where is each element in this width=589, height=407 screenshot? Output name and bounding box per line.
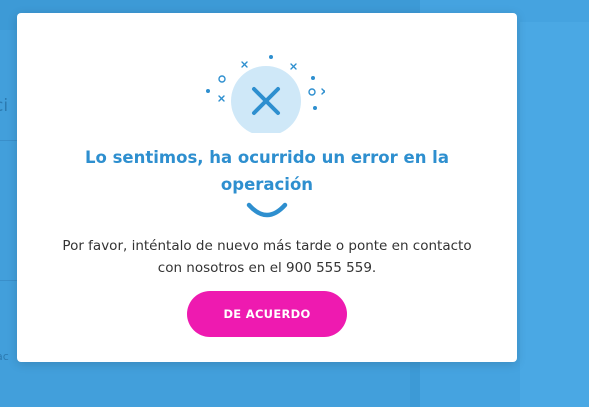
error-dialog: Lo sentimos, ha ocurrido un error en la …: [17, 13, 517, 362]
background-side-panel: [520, 22, 589, 407]
dialog-message: Por favor, inténtalo de nuevo más tarde …: [62, 238, 472, 276]
background-footer-text: ac: [0, 350, 9, 363]
background-heading: ci: [0, 96, 9, 116]
accept-button[interactable]: DE ACUERDO: [187, 291, 347, 337]
dialog-title: Lo sentimos, ha ocurrido un error en la …: [85, 148, 449, 194]
error-x-icon: [206, 55, 325, 133]
sad-mouth-icon: [246, 202, 288, 218]
